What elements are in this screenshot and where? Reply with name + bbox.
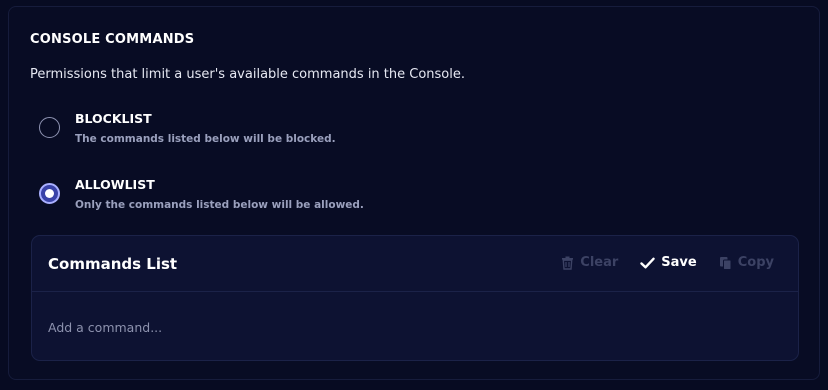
add-command-input[interactable]	[48, 314, 768, 340]
card-title: Commands List	[48, 255, 178, 273]
console-commands-panel: CONSOLE COMMANDS Permissions that limit …	[8, 6, 820, 380]
copy-label: Copy	[737, 255, 774, 270]
blocklist-radio[interactable]	[39, 117, 60, 138]
section-description: Permissions that limit a user's availabl…	[30, 67, 466, 82]
copy-icon	[719, 256, 732, 270]
card-header: Commands List Clear Save Copy	[32, 236, 798, 292]
allowlist-radio[interactable]	[39, 183, 60, 204]
trash-icon	[561, 256, 574, 270]
save-button[interactable]: Save	[640, 255, 697, 270]
option-title: ALLOWLIST	[75, 177, 155, 192]
copy-button[interactable]: Copy	[719, 255, 774, 270]
clear-button[interactable]: Clear	[561, 255, 618, 270]
option-description: Only the commands listed below will be a…	[75, 199, 364, 211]
card-actions: Clear Save Copy	[561, 255, 774, 270]
commands-list-card: Commands List Clear Save Copy Add a comm…	[31, 235, 799, 361]
clear-label: Clear	[580, 255, 619, 270]
option-description: The commands listed below will be blocke…	[75, 133, 336, 145]
save-label: Save	[661, 255, 697, 270]
check-icon	[640, 257, 655, 269]
section-title: CONSOLE COMMANDS	[30, 32, 195, 47]
option-title: BLOCKLIST	[75, 111, 152, 126]
